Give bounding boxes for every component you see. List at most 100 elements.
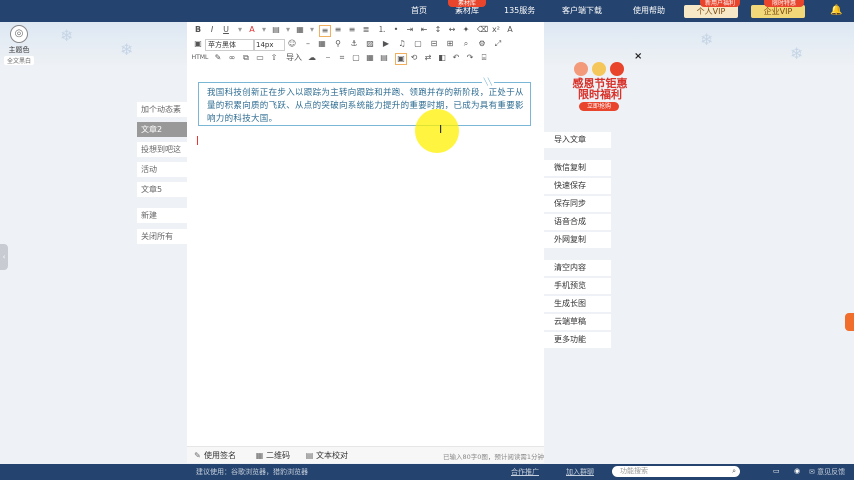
align-center-icon[interactable]: ≡ <box>333 25 343 35</box>
external-copy-button[interactable]: 外网复制 <box>544 232 611 248</box>
tab-article-1[interactable]: 加个动态素 <box>137 102 187 117</box>
frame-active-icon[interactable]: ▣ <box>395 53 407 65</box>
tab-article-5[interactable]: 文章5 <box>137 182 187 197</box>
line-height-icon[interactable]: ↕ <box>433 25 443 35</box>
align-right-icon[interactable]: ≡ <box>347 25 357 35</box>
clear-content-button[interactable]: 清空内容 <box>544 260 611 276</box>
nav-client-download[interactable]: 客户端下载 <box>562 0 602 22</box>
insert-frame-icon[interactable]: ▢ <box>413 39 423 49</box>
split-line-icon[interactable]: ⊞ <box>445 39 455 49</box>
format-painter-icon[interactable]: ▦ <box>295 25 305 35</box>
mobile-preview-button[interactable]: 手机预览 <box>544 278 611 294</box>
promo-buy-button[interactable]: 立即抢购 <box>579 102 619 111</box>
collapse-left-icon[interactable]: ‹ <box>0 244 8 270</box>
tab-article-4[interactable]: 活动 <box>137 162 187 177</box>
feedback-link[interactable]: ✉ 意见反馈 <box>809 467 845 477</box>
cloud-icon[interactable]: ☁ <box>307 53 317 63</box>
clear-format-icon[interactable]: ⌫ <box>477 25 488 35</box>
import-article-button[interactable]: 导入文章 <box>544 132 611 148</box>
link-icon[interactable]: ⚲ <box>333 39 343 49</box>
outdent-icon[interactable]: ⇤ <box>419 25 429 35</box>
more-features-button[interactable]: 更多功能 <box>544 332 611 348</box>
new-article-button[interactable]: 新建 <box>137 208 187 223</box>
paste-icon[interactable]: ▭ <box>255 53 265 63</box>
eraser-icon[interactable]: ✎ <box>213 53 223 63</box>
nav-help[interactable]: 使用帮助 <box>633 0 665 22</box>
align-left-icon[interactable]: ≡ <box>319 25 331 37</box>
font-family-select[interactable]: 苹方黑体 <box>205 39 255 51</box>
image-icon[interactable]: ▨ <box>365 39 375 49</box>
screen-icon[interactable]: ▭ <box>773 467 780 475</box>
layer-icon[interactable]: ▤ <box>379 53 389 63</box>
font-size-select[interactable]: 14px <box>253 39 285 51</box>
cloud-draft-button[interactable]: 云端草稿 <box>544 314 611 330</box>
speech-synthesis-button[interactable]: 语音合成 <box>544 214 611 230</box>
grid-icon[interactable]: ▦ <box>365 53 375 63</box>
letter-spacing-icon[interactable]: ↔ <box>447 25 457 35</box>
undo-icon[interactable]: ↶ <box>451 53 461 63</box>
redo-icon[interactable]: ↷ <box>465 53 475 63</box>
nav-home[interactable]: 首页 <box>411 0 427 22</box>
italic-icon[interactable]: I <box>207 25 217 35</box>
unordered-list-icon[interactable]: • <box>391 25 401 35</box>
dropdown-icon[interactable]: ▾ <box>235 25 245 35</box>
wechat-copy-button[interactable]: 微信复制 <box>544 160 611 176</box>
html-source-button[interactable]: HTML <box>190 53 210 63</box>
text-icon[interactable]: A <box>505 25 515 35</box>
music-icon[interactable]: ♫ <box>397 39 407 49</box>
signature-button[interactable]: ✎ 使用签名 <box>193 450 236 461</box>
promo-banner[interactable]: 感恩节钜惠 限时福利 立即抢购 <box>562 60 638 111</box>
magic-icon[interactable]: ✦ <box>461 25 471 35</box>
floating-gift-icon[interactable] <box>845 313 854 331</box>
quote-text[interactable]: 我国科技创新正在步入以跟踪为主转向跟踪和并跑、领跑并存的新阶段，正处于从量的积累… <box>207 87 525 126</box>
bold-icon[interactable]: B <box>193 25 203 35</box>
wechat-icon[interactable]: ◉ <box>794 467 800 475</box>
anchor-icon[interactable]: ⚓ <box>349 39 359 49</box>
join-group-link[interactable]: 加入群聊 <box>566 467 594 477</box>
background-color-icon[interactable]: ▤ <box>271 25 281 35</box>
video-icon[interactable]: ▶ <box>381 39 391 49</box>
dropdown-icon[interactable]: ▾ <box>283 25 293 35</box>
coop-link[interactable]: 合作推广 <box>511 467 539 477</box>
feature-search-input[interactable]: 功能搜索 ⌕ <box>612 466 740 477</box>
qrcode-button[interactable]: ▦ 二维码 <box>255 450 290 461</box>
format-icon[interactable]: ▣ <box>193 39 203 49</box>
ordered-list-icon[interactable]: ⒈ <box>377 25 387 35</box>
close-all-button[interactable]: 关闭所有 <box>137 229 187 244</box>
superscript-icon[interactable]: x² <box>491 25 501 35</box>
settings-icon[interactable]: ⚙ <box>477 39 487 49</box>
rotate-icon[interactable]: ⟲ <box>409 53 419 63</box>
table-icon[interactable]: ▦ <box>317 39 327 49</box>
save-sync-button[interactable]: 保存同步 <box>544 196 611 212</box>
copy-icon[interactable]: ⧉ <box>241 53 251 63</box>
minus-icon[interactable]: – <box>303 39 313 49</box>
quick-save-button[interactable]: 快速保存 <box>544 178 611 194</box>
crop-icon[interactable]: ⌗ <box>337 53 347 63</box>
indent-icon[interactable]: ⇥ <box>405 25 415 35</box>
emoji-icon[interactable]: ☺ <box>287 39 297 49</box>
upload-icon[interactable]: ⇧ <box>269 53 279 63</box>
font-color-icon[interactable]: A <box>247 25 257 35</box>
import-button[interactable]: 导入 <box>283 53 305 63</box>
underline-icon[interactable]: U <box>221 25 231 35</box>
quote-block[interactable]: ╲╲ 我国科技创新正在步入以跟踪为主转向跟踪和并跑、领跑并存的新阶段，正处于从量… <box>198 78 531 126</box>
search-replace-icon[interactable]: ⌕ <box>461 39 471 49</box>
collapse-icon[interactable]: ⊟ <box>429 39 439 49</box>
proofread-button[interactable]: ▤ 文本校对 <box>305 450 348 461</box>
ruler-icon[interactable]: ⎯ <box>323 53 333 63</box>
bell-icon[interactable]: 🔔 <box>830 4 842 18</box>
box-icon[interactable]: ▢ <box>351 53 361 63</box>
expand-icon[interactable]: ⤢ <box>493 39 503 49</box>
flip-icon[interactable]: ⇄ <box>423 53 433 63</box>
dropdown-icon[interactable]: ▾ <box>259 25 269 35</box>
preview-icon[interactable]: ⌸ <box>479 53 489 63</box>
tab-article-2[interactable]: 文章2 <box>137 122 187 137</box>
grayscale-toggle[interactable]: 全文黑白 <box>4 56 34 65</box>
dropdown-icon[interactable]: ▾ <box>307 25 317 35</box>
align-justify-icon[interactable]: ≣ <box>361 25 371 35</box>
link-icon[interactable]: ∞ <box>227 53 237 63</box>
shadow-icon[interactable]: ◧ <box>437 53 447 63</box>
tab-article-3[interactable]: 投想到吧这 <box>137 142 187 157</box>
long-image-button[interactable]: 生成长图 <box>544 296 611 312</box>
nav-135-service[interactable]: 135服务 <box>504 0 535 22</box>
